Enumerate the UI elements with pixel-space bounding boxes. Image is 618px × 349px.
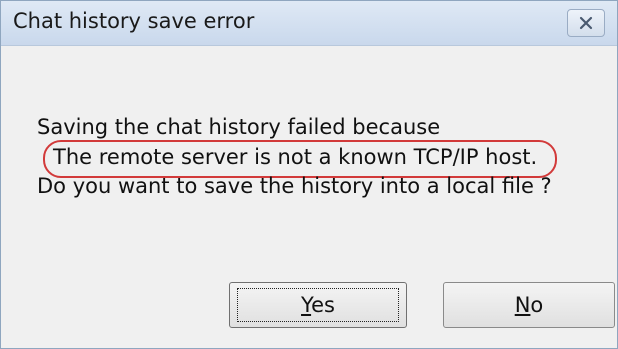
dialog-title: Chat history save error (13, 9, 255, 33)
yes-button[interactable]: Yes (229, 282, 407, 328)
message-line-1: Saving the chat history failed because (37, 115, 441, 139)
no-button[interactable]: No (443, 282, 615, 328)
no-label-rest: o (530, 293, 544, 317)
message-line-3: Do you want to save the history into a l… (37, 174, 552, 198)
dialog-body: Saving the chat history failed because T… (1, 46, 617, 348)
no-mnemonic: N (514, 293, 531, 317)
message-line-2: The remote server is not a known TCP/IP … (53, 145, 538, 169)
focus-rectangle (237, 288, 399, 322)
error-dialog: Chat history save error Saving the chat … (0, 0, 618, 349)
title-bar[interactable]: Chat history save error (1, 1, 617, 46)
close-button[interactable] (567, 9, 605, 37)
close-icon (579, 16, 593, 30)
